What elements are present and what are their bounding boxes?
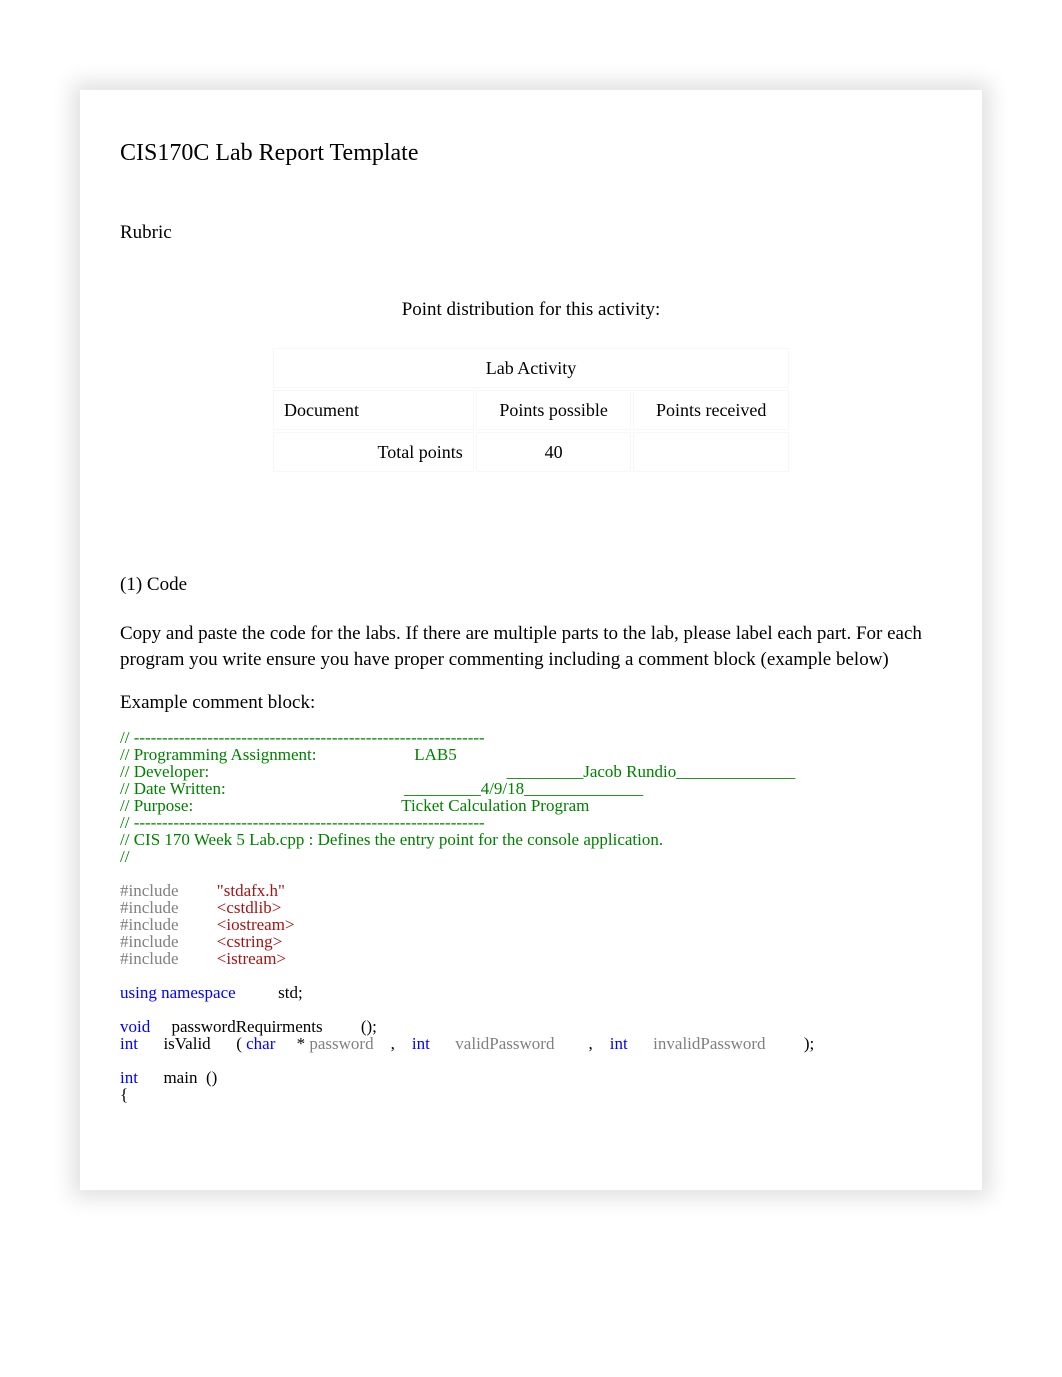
func-name: isValid <box>163 1034 210 1053</box>
paren: ); <box>804 1034 814 1053</box>
code-pad <box>275 1034 296 1053</box>
col-points-possible: Points possible <box>476 390 632 430</box>
code-pad <box>593 1034 610 1053</box>
param: validPassword <box>455 1034 554 1053</box>
lab-activity-header: Lab Activity <box>273 348 789 388</box>
distribution-label: Point distribution for this activity: <box>120 299 942 321</box>
table-row: Document Points possible Points received <box>273 390 789 430</box>
table-row: Total points 40 <box>273 432 789 472</box>
main-paren: () <box>206 1068 217 1087</box>
include-value: <istream> <box>217 949 286 968</box>
code-section-paragraph: Copy and paste the code for the labs. If… <box>120 621 942 672</box>
int-keyword: int <box>412 1034 430 1053</box>
total-points-label: Total points <box>273 432 474 472</box>
code-pad <box>395 1034 412 1053</box>
code-pad <box>628 1034 654 1053</box>
example-comment-label: Example comment block: <box>120 692 942 714</box>
code-pad <box>138 1068 164 1087</box>
char-keyword: char <box>246 1034 275 1053</box>
code-pad <box>430 1034 456 1053</box>
code-pad <box>197 1068 206 1087</box>
code-pad <box>374 1034 391 1053</box>
code-block: // -------------------------------------… <box>120 729 942 1103</box>
document-page: CIS170C Lab Report Template Rubric Point… <box>80 90 982 1190</box>
code-line: // CIS 170 Week 5 Lab.cpp : Defines the … <box>120 830 663 849</box>
table-row: Lab Activity <box>273 348 789 388</box>
using-namespace: using namespace <box>120 983 236 1002</box>
code-pad <box>138 1034 164 1053</box>
param: password <box>309 1034 373 1053</box>
rubric-table: Lab Activity Document Points possible Po… <box>271 346 791 474</box>
total-points-value: 40 <box>476 432 632 472</box>
points-received-empty <box>633 432 789 472</box>
rubric-table-wrap: Lab Activity Document Points possible Po… <box>120 346 942 474</box>
int-keyword: int <box>610 1034 628 1053</box>
col-document: Document <box>273 390 474 430</box>
param: invalidPassword <box>653 1034 765 1053</box>
code-section-heading: (1) Code <box>120 574 942 596</box>
int-keyword: int <box>120 1034 138 1053</box>
code-pad <box>766 1034 804 1053</box>
code-pad <box>179 949 217 968</box>
code-line: // <box>120 847 129 866</box>
rubric-heading: Rubric <box>120 222 942 244</box>
page-title: CIS170C Lab Report Template <box>120 140 942 167</box>
code-pad <box>554 1034 588 1053</box>
brace: { <box>120 1085 128 1104</box>
std-token: std; <box>278 983 303 1002</box>
col-points-received: Points received <box>633 390 789 430</box>
code-pad <box>236 983 279 1002</box>
code-pad <box>211 1034 237 1053</box>
star: * <box>297 1034 306 1053</box>
main-func: main <box>163 1068 197 1087</box>
include-directive: #include <box>120 949 179 968</box>
